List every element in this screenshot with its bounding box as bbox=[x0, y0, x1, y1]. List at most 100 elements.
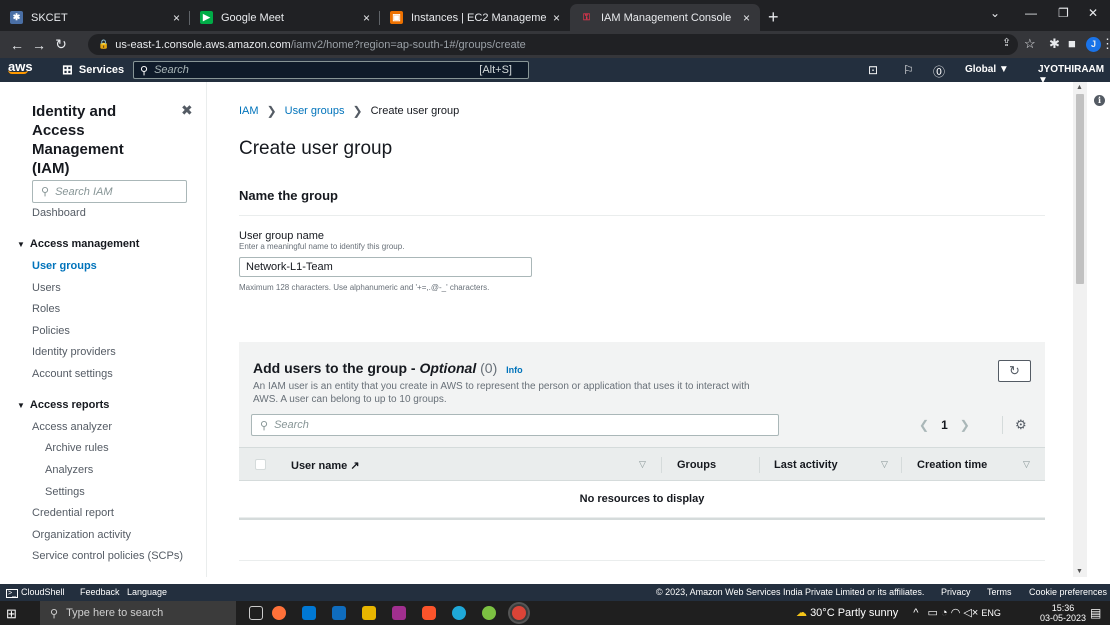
sort-icon[interactable]: ▽ bbox=[639, 459, 646, 470]
scroll-down-icon[interactable]: ▼ bbox=[1076, 568, 1083, 575]
aws-logo[interactable]: aws bbox=[8, 60, 33, 74]
cloudshell-link[interactable]: >_ CloudShell bbox=[6, 587, 65, 598]
window-close-icon[interactable]: ✕ bbox=[1088, 6, 1098, 20]
store-icon[interactable] bbox=[302, 606, 316, 620]
sidebar-section-access-management[interactable]: ▼ Access management bbox=[17, 238, 139, 250]
breadcrumb-user-groups[interactable]: User groups bbox=[285, 105, 345, 117]
col-creation-time[interactable]: Creation time bbox=[917, 459, 987, 471]
sidebar-item-archive-rules[interactable]: Archive rules bbox=[45, 442, 109, 454]
sidebar-item-roles[interactable]: Roles bbox=[32, 303, 60, 315]
cookie-preferences-link[interactable]: Cookie preferences bbox=[1029, 587, 1107, 597]
notifications-icon[interactable]: ▤ bbox=[1090, 606, 1101, 620]
task-view-icon[interactable] bbox=[249, 606, 263, 620]
sort-icon[interactable]: ▽ bbox=[881, 459, 888, 470]
scroll-thumb[interactable] bbox=[1076, 94, 1084, 284]
back-icon[interactable]: ← bbox=[6, 37, 28, 53]
region-selector[interactable]: Global ▼ bbox=[965, 64, 1009, 75]
close-nav-icon[interactable]: ✖ bbox=[181, 102, 193, 119]
minimize-icon[interactable]: — bbox=[1025, 6, 1037, 20]
menu-kebab-icon[interactable]: ⋮ bbox=[1101, 36, 1110, 52]
chrome-icon[interactable] bbox=[512, 606, 526, 620]
service-title[interactable]: Identity and Access Management (IAM) bbox=[32, 102, 162, 178]
sidebar-item-policies[interactable]: Policies bbox=[32, 325, 70, 337]
info-panel-icon[interactable]: i bbox=[1094, 95, 1105, 106]
app-icon[interactable] bbox=[482, 606, 496, 620]
sidebar-item-user-groups[interactable]: User groups bbox=[32, 260, 97, 272]
windows-start-icon[interactable]: ⊞ bbox=[6, 606, 17, 622]
info-link[interactable]: Info bbox=[506, 365, 523, 375]
help-icon[interactable]: ⓪ bbox=[933, 63, 945, 80]
language-link[interactable]: Language bbox=[127, 587, 167, 597]
tab-skcet[interactable]: ✱ SKCET × bbox=[0, 4, 190, 31]
tab-google-meet[interactable]: ▶ Google Meet × bbox=[190, 4, 380, 31]
sidebar-item-identity-providers[interactable]: Identity providers bbox=[32, 346, 116, 358]
brave-icon[interactable] bbox=[422, 606, 436, 620]
battery-icon[interactable]: ▭ bbox=[928, 607, 938, 619]
reload-icon[interactable]: ↻ bbox=[50, 36, 72, 53]
select-all-checkbox[interactable] bbox=[255, 459, 266, 470]
iam-search-input[interactable]: ⚲ Search IAM bbox=[32, 180, 187, 203]
sidebar-item-settings[interactable]: Settings bbox=[45, 486, 85, 498]
table-settings-gear-icon[interactable]: ⚙ bbox=[1015, 417, 1027, 433]
forward-icon[interactable]: → bbox=[28, 37, 50, 53]
wifi-icon[interactable]: ◠ bbox=[951, 607, 961, 619]
page-number[interactable]: 1 bbox=[941, 418, 948, 432]
visual-studio-icon[interactable] bbox=[392, 606, 406, 620]
users-search-input[interactable]: ⚲ Search bbox=[251, 414, 779, 436]
new-tab-button[interactable]: + bbox=[760, 4, 787, 31]
sidebar-item-analyzers[interactable]: Analyzers bbox=[45, 464, 93, 476]
taskbar-search-input[interactable]: ⚲ Type here to search bbox=[40, 601, 236, 625]
language-indicator[interactable]: ENG bbox=[981, 608, 1001, 618]
sidebar-item-access-analyzer[interactable]: Access analyzer bbox=[32, 421, 112, 433]
tab-close-icon[interactable]: × bbox=[743, 11, 750, 25]
tab-close-icon[interactable]: × bbox=[363, 11, 370, 25]
sort-icon[interactable]: ▽ bbox=[1023, 459, 1030, 470]
prev-page-icon[interactable]: ❮ bbox=[919, 418, 929, 432]
col-user-name[interactable]: User name ↗ bbox=[291, 459, 360, 472]
edge-icon[interactable] bbox=[452, 606, 466, 620]
maximize-icon[interactable]: ❐ bbox=[1058, 6, 1069, 20]
notifications-bell-icon[interactable]: ⚐ bbox=[903, 63, 914, 77]
share-icon[interactable]: ⇪ bbox=[1002, 36, 1011, 49]
extensions-icon[interactable]: ✱ bbox=[1049, 36, 1060, 52]
breadcrumb-current: Create user group bbox=[370, 105, 460, 117]
feedback-link[interactable]: Feedback bbox=[80, 587, 120, 597]
scroll-up-icon[interactable]: ▲ bbox=[1076, 84, 1083, 91]
tab-close-icon[interactable]: × bbox=[553, 11, 560, 25]
address-bar[interactable]: 🔒 us-east-1.console.aws.amazon.com /iamv… bbox=[88, 34, 1018, 55]
sidebar-item-scp[interactable]: Service control policies (SCPs) bbox=[32, 550, 183, 562]
group-name-input[interactable] bbox=[239, 257, 532, 277]
col-last-activity[interactable]: Last activity bbox=[774, 459, 838, 471]
sidebar-item-users[interactable]: Users bbox=[32, 282, 61, 294]
mail-icon[interactable] bbox=[332, 606, 346, 620]
tab-ec2-instances[interactable]: ▣ Instances | EC2 Management Co × bbox=[380, 4, 570, 31]
tray-chevron-icon[interactable]: ^ bbox=[913, 607, 918, 619]
network-icon[interactable]: ◔ bbox=[941, 607, 948, 619]
tab-iam-console[interactable]: ⚿ IAM Management Console × bbox=[570, 4, 760, 31]
tab-close-icon[interactable]: × bbox=[173, 11, 180, 25]
weather-text[interactable]: 30°C Partly sunny bbox=[810, 607, 898, 619]
firefox-icon[interactable] bbox=[272, 606, 286, 620]
aws-search-input[interactable]: ⚲ Search [Alt+S] bbox=[133, 61, 529, 79]
refresh-button[interactable]: ↻ bbox=[998, 360, 1031, 382]
col-groups[interactable]: Groups bbox=[677, 459, 716, 471]
services-menu-button[interactable]: ⊞ Services bbox=[62, 62, 124, 78]
privacy-link[interactable]: Privacy bbox=[941, 587, 971, 597]
next-page-icon[interactable]: ❯ bbox=[960, 418, 970, 432]
bookmark-star-icon[interactable]: ☆ bbox=[1024, 36, 1036, 52]
breadcrumb-iam[interactable]: IAM bbox=[239, 105, 259, 117]
taskbar-clock[interactable]: 15:36 03-05-2023 bbox=[1040, 603, 1086, 623]
sidebar-item-credential-report[interactable]: Credential report bbox=[32, 507, 114, 519]
sidebar-item-account-settings[interactable]: Account settings bbox=[32, 368, 113, 380]
sidebar-item-organization-activity[interactable]: Organization activity bbox=[32, 529, 131, 541]
terms-link[interactable]: Terms bbox=[987, 587, 1012, 597]
sidebar-section-access-reports[interactable]: ▼ Access reports bbox=[17, 399, 109, 411]
cloudshell-icon[interactable]: ⊡ bbox=[868, 63, 878, 77]
volume-icon[interactable]: ◁× bbox=[963, 607, 978, 619]
file-explorer-icon[interactable] bbox=[362, 606, 376, 620]
profile-avatar[interactable]: J bbox=[1086, 37, 1101, 52]
sidepanel-icon[interactable]: ■ bbox=[1068, 36, 1076, 51]
sidebar-item-dashboard[interactable]: Dashboard bbox=[32, 207, 86, 219]
page-scrollbar[interactable]: ▲ ▼ bbox=[1073, 82, 1087, 577]
tab-search-chevron-icon[interactable]: ⌄ bbox=[990, 6, 1000, 20]
